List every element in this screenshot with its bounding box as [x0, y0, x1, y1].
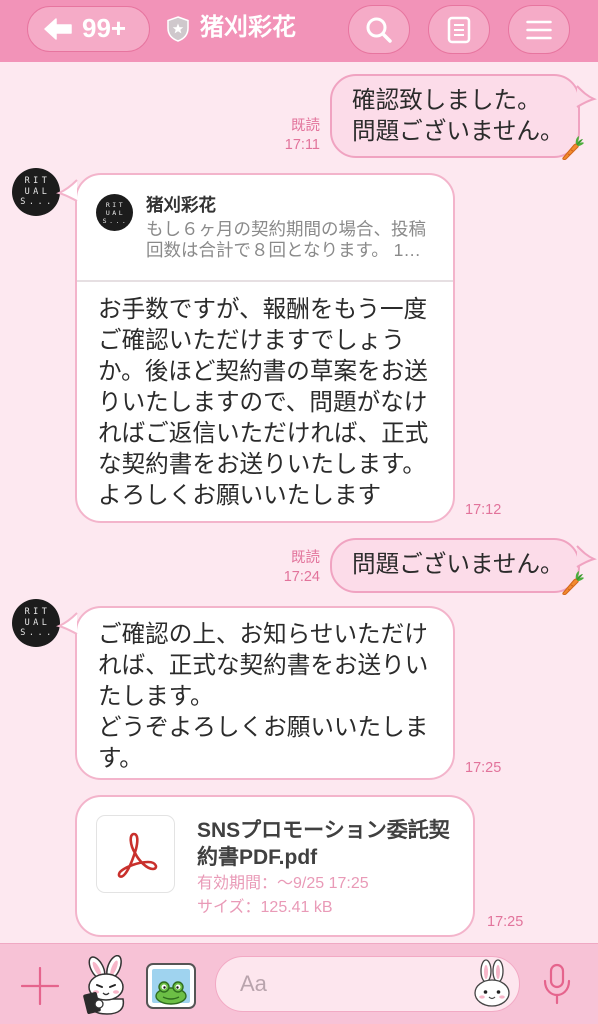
carrot-icon: [562, 571, 584, 596]
message-meta: 既読 17:24: [284, 549, 320, 587]
emoji-icon[interactable]: [472, 959, 512, 1009]
message-line: ご確認の上、お知らせいただけ: [98, 622, 428, 648]
message-meta: 既読 17:11: [285, 117, 320, 155]
message-time: 17:24: [283, 569, 320, 585]
avatar-text: S...: [20, 197, 55, 208]
photo-icon[interactable]: [145, 962, 197, 1010]
microphone-icon[interactable]: [540, 963, 574, 1005]
reply-line: もし６ヶ月の契約期間の場合、投稿: [146, 219, 426, 239]
avatar-text: S...: [20, 628, 55, 639]
message-text: お手数ですが、報酬をもう一度 ご確認いただけますでしょう か。後ほど契約書の草案…: [98, 295, 428, 512]
unread-count: 99+: [82, 13, 127, 43]
message-line: な契約書をお送りいたします。: [98, 452, 426, 478]
avatar-text: RIT: [24, 176, 51, 187]
message-bubble[interactable]: ご確認の上、お知らせいただけ れば、正式な契約書をお送りい たします。 どうぞよ…: [75, 606, 455, 780]
message-line: 問題ございません。: [352, 552, 564, 578]
reply-line: 回数は合計で８回となります。 1…: [146, 240, 421, 260]
message-line: ご確認いただけますでしょう: [98, 328, 405, 354]
file-name: SNSプロモーション委託契 約書PDF.pdf: [197, 817, 450, 871]
read-status: 既読: [291, 118, 320, 134]
bubble-tail: [576, 85, 597, 108]
avatar-text: RIT: [24, 607, 51, 618]
avatar-text: S...: [102, 216, 129, 225]
menu-button[interactable]: [508, 5, 570, 54]
chat-title: 猪刈彩花: [200, 14, 296, 41]
message-input-box[interactable]: [215, 956, 520, 1012]
file-name-line: SNSプロモーション委託契: [197, 819, 450, 842]
message-line: お手数ですが、報酬をもう一度: [98, 297, 428, 323]
plus-icon[interactable]: [21, 967, 59, 1005]
bubble-tail: [56, 612, 78, 635]
message-line: りいたしますので、問題がなけ: [98, 390, 428, 416]
back-button[interactable]: 99+: [27, 6, 150, 52]
message-time: 17:25: [465, 760, 502, 776]
message-line: たします。: [98, 684, 214, 710]
notes-icon: [447, 16, 471, 43]
avatar-text: RIT: [105, 200, 126, 209]
arrow-left-icon: [44, 18, 72, 40]
avatar-text: UAL: [24, 186, 51, 197]
message-line: れば、正式な契約書をお送りい: [98, 653, 429, 679]
message-time: 17:11: [284, 137, 320, 153]
avatar-text: UAL: [24, 617, 51, 628]
shield-star-icon: [167, 16, 189, 42]
avatar-text: UAL: [105, 208, 126, 217]
message-time: 17:12: [465, 502, 502, 518]
search-button[interactable]: [348, 5, 410, 54]
carrot-icon: [562, 136, 584, 161]
message-line: どうぞよろしくお願いいたしま: [98, 715, 429, 741]
pdf-file-thumbnail: [96, 815, 175, 893]
bubble-tail: [56, 179, 78, 202]
message-line: よろしくお願いいたします: [98, 483, 382, 509]
read-status: 既読: [291, 550, 320, 566]
file-size: サイズ：125.41 kB: [197, 899, 333, 916]
search-icon: [366, 17, 392, 43]
notes-button[interactable]: [428, 5, 490, 54]
message-bubble[interactable]: 確認致しました。 問題ございません。: [330, 74, 580, 158]
bubble-tail: [576, 545, 597, 568]
reply-sender-name: 猪刈彩花: [146, 195, 216, 215]
file-expiry: 有効期間：〜9/25 17:25: [197, 875, 369, 892]
message-composer: [0, 943, 598, 1024]
message-bubble[interactable]: RIT UAL S... 猪刈彩花 もし６ヶ月の契約期間の場合、投稿 回数は合計…: [75, 173, 455, 523]
message-text: 問題ございません。: [352, 550, 578, 581]
sender-avatar[interactable]: RIT UAL S...: [12, 168, 60, 216]
message-input[interactable]: [216, 957, 466, 1010]
chat-header: 99+ 猪刈彩花: [0, 0, 598, 62]
sticker-icon[interactable]: [77, 955, 135, 1015]
file-name-line: 約書PDF.pdf: [197, 846, 318, 869]
message-time: 17:25: [487, 914, 524, 930]
message-text: 確認致しました。 問題ございません。: [352, 86, 578, 148]
file-card[interactable]: SNSプロモーション委託契 約書PDF.pdf 有効期間：〜9/25 17:25…: [75, 795, 475, 937]
reply-avatar: RIT UAL S...: [96, 194, 133, 231]
reply-divider: [77, 280, 453, 282]
message-line: す。: [98, 746, 143, 772]
chat-screen: 既読 17:11 確認致しました。 問題ございません。 RIT UAL S...…: [0, 0, 598, 1024]
menu-icon: [526, 20, 552, 39]
reply-quoted-text: もし６ヶ月の契約期間の場合、投稿 回数は合計で８回となります。 1…: [146, 219, 426, 261]
message-list[interactable]: 既読 17:11 確認致しました。 問題ございません。 RIT UAL S...…: [0, 0, 598, 943]
message-line: ればご返信いただければ、正式: [98, 421, 429, 447]
message-bubble[interactable]: 問題ございません。: [330, 538, 580, 593]
pdf-icon: [117, 832, 157, 878]
message-line: か。後ほど契約書の草案をお送: [98, 359, 428, 385]
message-line: 確認致しました。: [352, 88, 541, 114]
message-text: ご確認の上、お知らせいただけ れば、正式な契約書をお送りい たします。 どうぞよ…: [98, 620, 428, 775]
message-line: 問題ございません。: [352, 119, 564, 145]
sender-avatar[interactable]: RIT UAL S...: [12, 599, 60, 647]
